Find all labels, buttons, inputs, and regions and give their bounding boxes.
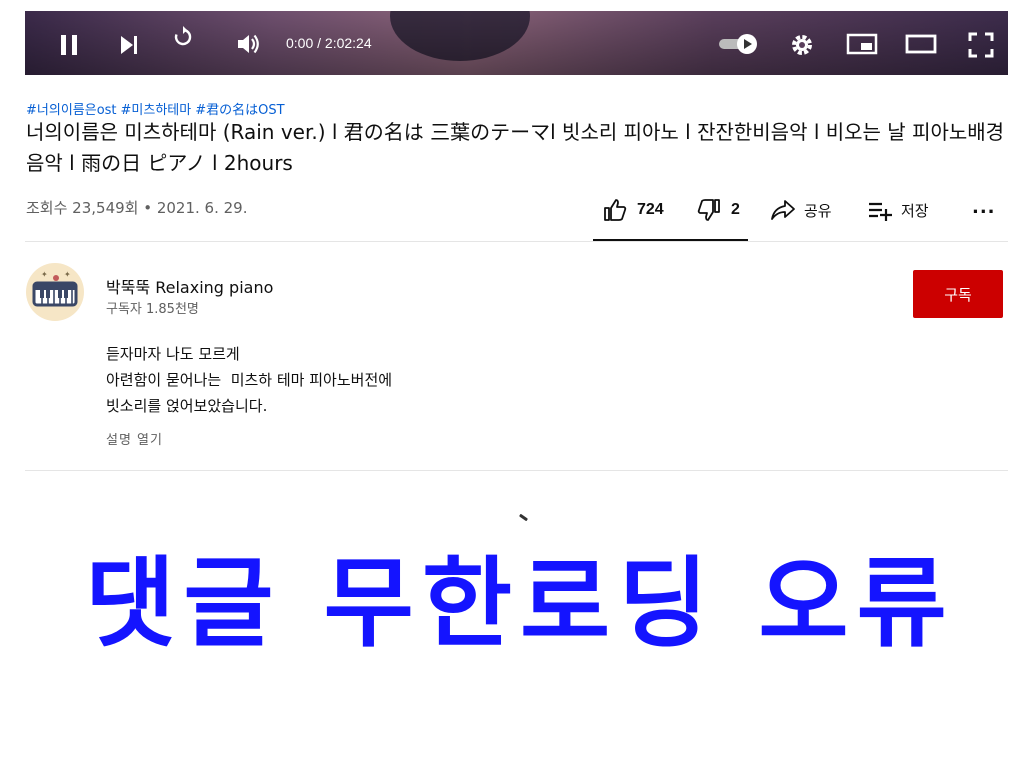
video-player[interactable]: 0:00 / 2:02:24 <box>25 11 1008 75</box>
pause-button[interactable] <box>58 33 80 57</box>
more-icon: ... <box>972 196 996 218</box>
theater-mode-button[interactable] <box>905 33 937 55</box>
video-title: 너의이름은 미츠하테마 (Rain ver.) l 君の名は 三葉のテーマl 빗… <box>26 120 1005 175</box>
miniplayer-icon <box>846 33 878 55</box>
overlay-caption: 댓글 무한로딩 오류 <box>85 547 955 661</box>
description-line: 아련함이 묻어나는 미츠하 테마 피아노버전에 <box>106 371 393 389</box>
fullscreen-icon <box>968 32 994 58</box>
settings-button[interactable] <box>790 33 814 57</box>
hashtag-link[interactable]: #너의이름은ost <box>26 103 117 118</box>
video-description: 듣자마자 나도 모르게 아련함이 묻어나는 미츠하 테마 피아노버전에 빗소리를… <box>106 341 392 419</box>
pause-icon <box>61 35 77 55</box>
channel-avatar[interactable]: ✦ ✦ <box>26 263 84 321</box>
like-button[interactable]: 724 <box>603 196 664 224</box>
loading-spinner <box>518 513 529 522</box>
volume-button[interactable] <box>236 32 262 56</box>
save-button[interactable]: 저장 <box>867 196 929 224</box>
save-label: 저장 <box>901 201 929 220</box>
svg-text:✦: ✦ <box>64 270 71 279</box>
skip-next-icon <box>121 36 137 54</box>
view-count-date: 조회수 23,549회 • 2021. 6. 29. <box>26 199 248 217</box>
svg-text:✦: ✦ <box>41 270 48 279</box>
fullscreen-button[interactable] <box>968 32 994 58</box>
time-display: 0:00 / 2:02:24 <box>286 35 372 51</box>
piano-logo-icon: ✦ ✦ <box>32 270 78 307</box>
share-label: 공유 <box>804 201 832 220</box>
miniplayer-button[interactable] <box>846 33 878 55</box>
theater-mode-icon <box>905 34 937 54</box>
description-line: 빗소리를 얹어보았습니다. <box>106 397 268 415</box>
autoplay-loop-button[interactable] <box>172 26 194 48</box>
next-button[interactable] <box>118 34 140 56</box>
hashtags: #너의이름은ost #미츠하테마 #君の名はOST <box>26 99 289 118</box>
divider-top <box>25 241 1008 242</box>
more-actions-button[interactable]: ... <box>972 193 996 221</box>
playlist-add-icon <box>869 202 892 221</box>
share-icon <box>771 200 795 220</box>
thumbs-up-icon <box>604 199 627 221</box>
autoplay-toggle[interactable] <box>717 33 761 55</box>
channel-name[interactable]: 박뚝뚝 Relaxing piano <box>106 274 273 298</box>
divider-bottom <box>25 470 1008 471</box>
autoplay-toggle-icon <box>719 34 757 54</box>
subscriber-count: 구독자 1.85천명 <box>106 302 199 317</box>
replay-icon <box>174 26 192 46</box>
thumbs-down-icon <box>697 199 720 221</box>
dislike-count: 2 <box>731 201 740 218</box>
subscribe-button[interactable]: 구독 <box>913 270 1003 318</box>
description-line: 듣자마자 나도 모르게 <box>106 345 240 363</box>
volume-icon <box>238 34 259 54</box>
hashtag-link[interactable]: #미츠하테마 <box>121 103 192 118</box>
hashtag-link[interactable]: #君の名はOST <box>195 103 284 118</box>
show-more-button[interactable]: 설명 열기 <box>106 429 163 448</box>
gear-icon <box>792 35 812 55</box>
like-count: 724 <box>637 201 664 218</box>
dislike-button[interactable]: 2 <box>697 196 740 224</box>
share-button[interactable]: 공유 <box>770 196 832 224</box>
